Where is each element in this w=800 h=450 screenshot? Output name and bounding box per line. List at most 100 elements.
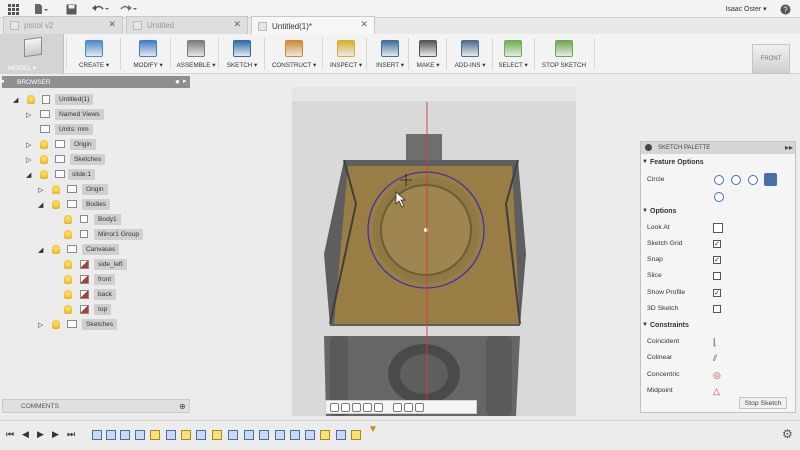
orbit-icon[interactable] [330, 402, 339, 412]
timeline-feature-icon[interactable] [92, 430, 102, 440]
visibility-bulb-icon[interactable] [64, 230, 72, 239]
center-diameter-circle-icon[interactable] [714, 175, 724, 185]
browser-node[interactable]: Mirror1 Group [0, 229, 190, 240]
add-comment-icon[interactable]: ⊕ [179, 402, 186, 411]
toolbar-stop-sketch-button[interactable]: STOP SKETCH [538, 34, 590, 74]
toolbar-addins-button[interactable]: ADD-INS ▾ [450, 34, 490, 74]
save-icon[interactable] [64, 2, 78, 16]
toolbar-box-button[interactable]: CREATE ▾ [72, 34, 116, 74]
visibility-bulb-icon[interactable] [27, 95, 35, 104]
timeline-feature-icon[interactable] [228, 430, 238, 440]
timeline-feature-icon[interactable] [106, 430, 116, 440]
visibility-bulb-icon[interactable] [64, 290, 72, 299]
collapsed-arrow-icon[interactable]: ▷ [26, 156, 31, 164]
timeline-feature-icon[interactable] [259, 430, 269, 440]
toolbar-print-button[interactable]: MAKE ▾ [412, 34, 444, 74]
visibility-bulb-icon[interactable] [52, 245, 60, 254]
concentric-icon[interactable]: ◎ [713, 370, 721, 381]
visibility-bulb-icon[interactable] [64, 215, 72, 224]
visibility-bulb-icon[interactable] [52, 320, 60, 329]
grid-menu-icon[interactable] [6, 2, 20, 16]
visibility-bulb-icon[interactable] [64, 305, 72, 314]
expand-icon[interactable]: ▸▸ [785, 143, 793, 152]
expanded-arrow-icon[interactable]: ◢ [13, 96, 18, 104]
redo-icon[interactable] [118, 2, 138, 16]
visibility-bulb-icon[interactable] [40, 155, 48, 164]
stop-sketch-button[interactable]: Stop Sketch [739, 397, 787, 409]
expanded-arrow-icon[interactable]: ◢ [38, 246, 43, 254]
coincident-icon[interactable]: ⌊ [713, 337, 717, 348]
browser-node[interactable]: ◢ slide:1 [0, 169, 190, 180]
close-icon[interactable]: ✕ [233, 19, 241, 30]
timeline-feature-icon[interactable] [244, 430, 254, 440]
visibility-bulb-icon[interactable] [52, 185, 60, 194]
browser-node[interactable]: top [0, 304, 190, 315]
browser-node[interactable]: Body1 [0, 214, 190, 225]
pan-icon[interactable] [352, 402, 361, 412]
toolbar-select-button[interactable]: SELECT ▾ [496, 34, 530, 74]
visibility-bulb-icon[interactable] [64, 275, 72, 284]
section-collapse-icon[interactable]: ▼ [642, 159, 648, 165]
browser-node[interactable]: ◢ Bodies [0, 199, 190, 210]
palette-header[interactable]: SKETCH PALETTE ▸▸ [641, 142, 795, 154]
browser-header[interactable]: ◂◂ BROWSER ● ▸ [0, 76, 190, 88]
toolbar-assemble-button[interactable]: ASSEMBLE ▾ [174, 34, 218, 74]
browser-node[interactable]: ▷ Sketches [0, 154, 190, 165]
toolbar-measure-button[interactable]: INSPECT ▾ [326, 34, 366, 74]
view-cube[interactable]: FRONT [752, 44, 790, 74]
browser-node[interactable]: ◢ Canvases [0, 244, 190, 255]
collapsed-arrow-icon[interactable]: ▷ [38, 186, 43, 194]
browser-node[interactable]: ▷ Named Views [0, 109, 190, 120]
timeline-feature-icon[interactable] [275, 430, 285, 440]
grid-settings-icon[interactable] [404, 402, 413, 412]
option-checkbox[interactable] [713, 272, 721, 280]
browser-node[interactable]: front [0, 274, 190, 285]
step-back-icon[interactable]: ◀ [22, 429, 29, 440]
collapse-icon[interactable]: ◂◂ [0, 77, 4, 85]
browser-node[interactable]: ▷ Sketches [0, 319, 190, 330]
timeline-feature-icon[interactable] [305, 430, 315, 440]
colinear-icon[interactable]: ⫽ [713, 353, 717, 364]
document-tab[interactable]: pistol v2 ✕ [3, 16, 123, 34]
timeline-feature-icon[interactable] [351, 430, 361, 440]
collapsed-arrow-icon[interactable]: ▷ [38, 321, 43, 329]
document-tab[interactable]: Untitled ✕ [126, 16, 248, 34]
toolbar-modify-button[interactable]: MODIFY ▾ [128, 34, 168, 74]
document-tab-active[interactable]: Untitled(1)* ✕ [251, 16, 375, 35]
expanded-arrow-icon[interactable]: ◢ [26, 171, 31, 179]
midpoint-icon[interactable]: △ [713, 386, 720, 397]
collapsed-arrow-icon[interactable]: ▷ [26, 111, 31, 119]
user-menu[interactable]: Isaac Oster ▾ [716, 2, 776, 16]
look-at-icon[interactable] [341, 402, 350, 412]
go-to-start-icon[interactable]: ⏮ [6, 429, 14, 440]
viewports-icon[interactable] [415, 402, 424, 412]
browser-node[interactable]: ▷ Origin [0, 184, 190, 195]
timeline-feature-icon[interactable] [166, 430, 176, 440]
workspace-switcher[interactable]: MODEL ▾ [0, 34, 64, 74]
visibility-bulb-icon[interactable] [52, 200, 60, 209]
toolbar-image-button[interactable]: INSERT ▾ [372, 34, 408, 74]
zoom-window-icon[interactable] [374, 402, 383, 412]
three-point-circle-icon[interactable] [748, 175, 758, 185]
visibility-bulb-icon[interactable] [64, 260, 72, 269]
play-icon[interactable]: ▶ [37, 429, 44, 440]
browser-node[interactable]: back [0, 289, 190, 300]
help-icon[interactable]: ? [778, 2, 792, 16]
tangent-circle-icon-selected[interactable] [764, 173, 777, 186]
browser-node[interactable]: side_left [0, 259, 190, 270]
timeline-feature-icon[interactable] [120, 430, 130, 440]
go-to-end-icon[interactable]: ⏭ [67, 429, 75, 440]
timeline-feature-icon[interactable] [212, 430, 222, 440]
visibility-bulb-icon[interactable] [40, 170, 48, 179]
option-checkbox[interactable]: ✓ [713, 240, 721, 248]
look-at-icon[interactable] [713, 223, 723, 233]
timeline-feature-icon[interactable] [150, 430, 160, 440]
comments-panel[interactable]: COMMENTS ⊕ [2, 399, 190, 413]
toolbar-sketch-button[interactable]: SKETCH ▾ [222, 34, 262, 74]
pin-icon[interactable]: ● [175, 77, 180, 86]
file-menu-icon[interactable] [33, 2, 49, 16]
option-checkbox[interactable]: ✓ [713, 289, 721, 297]
close-icon[interactable]: ✕ [108, 19, 116, 30]
section-collapse-icon[interactable]: ▼ [642, 322, 648, 328]
collapsed-arrow-icon[interactable]: ▷ [26, 141, 31, 149]
